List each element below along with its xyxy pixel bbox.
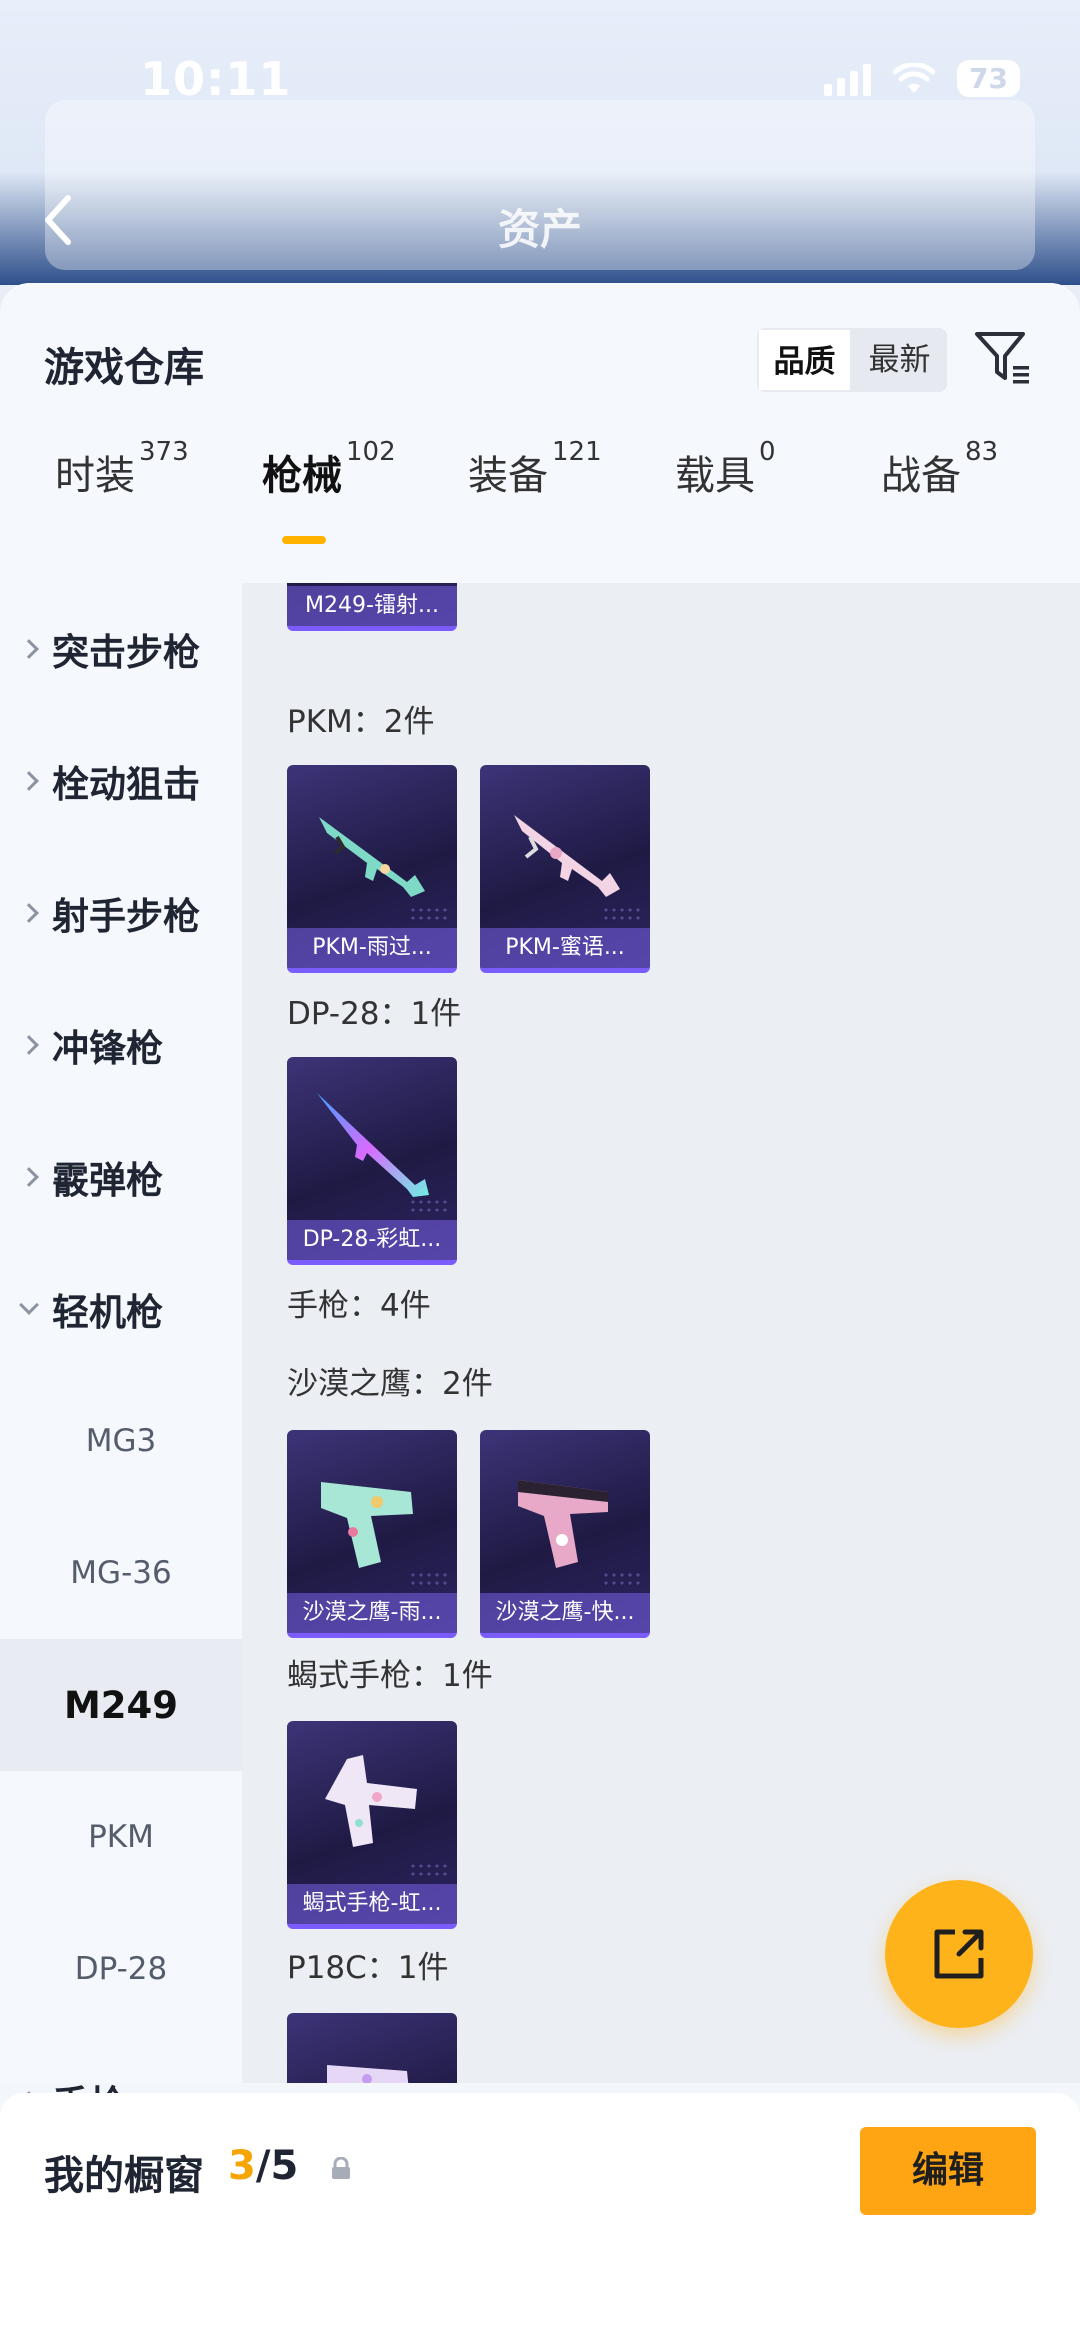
tab-count: 373 — [139, 437, 189, 467]
category-label: 栓动狙击 — [52, 763, 200, 806]
tab-count: 102 — [346, 437, 396, 467]
showcase-bar: 我的橱窗 3/5 编辑 — [0, 2093, 1080, 2341]
skin-card[interactable]: 蝎式手枪-虹... — [287, 1721, 457, 1929]
tab-supplies[interactable]: 战备83 — [881, 437, 998, 553]
sort-toggle: 品质 最新 — [757, 328, 947, 392]
showcase-current: 3 — [228, 2143, 256, 2189]
skin-card[interactable] — [287, 2013, 457, 2083]
pistol-icon — [327, 2065, 409, 2083]
skin-card[interactable]: PKM-雨过... — [287, 765, 457, 973]
category-lmg[interactable]: 轻机枪 — [0, 1243, 242, 1375]
showcase-total: /5 — [255, 2143, 299, 2189]
sheet-header: 游戏仓库 品质 最新 时装373 枪械102 装备121 载具0 战备83 — [0, 283, 1080, 583]
tab-label: 枪械 — [262, 453, 342, 499]
share-button[interactable] — [885, 1880, 1033, 2028]
tab-fashion[interactable]: 时装373 — [55, 437, 189, 553]
warehouse-title: 游戏仓库 — [44, 345, 204, 391]
subcategory-pkm[interactable]: PKM — [0, 1771, 242, 1903]
card-pattern — [409, 1198, 449, 1214]
tab-equipment[interactable]: 装备121 — [468, 437, 602, 553]
group-label: P18C：1件 — [287, 1950, 449, 1986]
chevron-right-icon — [19, 1167, 39, 1187]
item-grid: M249-镭射... PKM：2件 PKM-雨过... PKM-蜜语... DP… — [242, 583, 1080, 2083]
skin-name: PKM-雨过... — [287, 928, 457, 968]
chevron-right-icon — [19, 1035, 39, 1055]
signal-icon — [824, 62, 872, 96]
chevron-right-icon — [19, 639, 39, 659]
tab-label: 载具 — [675, 453, 755, 499]
machine-gun-icon — [319, 817, 425, 897]
share-icon — [934, 1929, 984, 1979]
card-pattern — [409, 1862, 449, 1878]
subcategory-dp28[interactable]: DP-28 — [0, 1903, 242, 2035]
skin-card[interactable]: PKM-蜜语... — [480, 765, 650, 973]
tab-count: 0 — [759, 437, 776, 467]
category-label: 冲锋枪 — [52, 1027, 163, 1070]
category-bolt-sniper[interactable]: 栓动狙击 — [0, 715, 242, 847]
skin-name: DP-28-彩虹... — [287, 1220, 457, 1260]
group-label: 蝎式手枪：1件 — [287, 1658, 493, 1694]
top-background: 10:11 73 资产 — [0, 0, 1080, 285]
category-label: 轻机枪 — [52, 1291, 163, 1334]
page-title: 资产 — [497, 205, 582, 254]
warehouse-sheet: 游戏仓库 品质 最新 时装373 枪械102 装备121 载具0 战备83 突击… — [0, 283, 1080, 2341]
skin-card[interactable]: M249-镭射... — [287, 583, 457, 631]
showcase-count: 3/5 — [228, 2143, 298, 2189]
sort-newest-button[interactable]: 最新 — [852, 328, 947, 392]
chevron-right-icon — [19, 771, 39, 791]
skin-name: PKM-蜜语... — [480, 928, 650, 968]
sort-quality-button[interactable]: 品质 — [757, 328, 852, 392]
pistol-icon — [518, 1480, 608, 1568]
skin-card[interactable]: 沙漠之鹰-快... — [480, 1430, 650, 1638]
tab-label: 装备 — [468, 453, 548, 499]
skin-name: 沙漠之鹰-快... — [480, 1593, 650, 1633]
group-label: 沙漠之鹰：2件 — [287, 1366, 493, 1402]
machine-gun-icon — [514, 815, 620, 897]
category-marksman-rifle[interactable]: 射手步枪 — [0, 847, 242, 979]
skin-name: 沙漠之鹰-雨... — [287, 1593, 457, 1633]
edit-button[interactable]: 编辑 — [860, 2127, 1036, 2215]
tab-label: 战备 — [881, 453, 961, 499]
pistol-icon — [325, 1755, 417, 1847]
category-tabs: 时装373 枪械102 装备121 载具0 战备83 — [0, 437, 1080, 553]
skin-name: M249-镭射... — [287, 586, 457, 626]
group-label: DP-28：1件 — [287, 996, 462, 1032]
lock-icon — [332, 2157, 350, 2179]
card-pattern — [602, 906, 642, 922]
category-smg[interactable]: 冲锋枪 — [0, 979, 242, 1111]
card-pattern — [409, 906, 449, 922]
card-pattern — [602, 1571, 642, 1587]
pistol-icon — [321, 1482, 413, 1568]
status-icons: 73 — [824, 60, 1020, 97]
skin-card[interactable]: DP-28-彩虹... — [287, 1057, 457, 1265]
rifle-icon — [317, 1093, 429, 1197]
wifi-icon — [893, 62, 936, 93]
showcase-title: 我的橱窗 — [44, 2153, 204, 2199]
category-shotgun[interactable]: 霰弹枪 — [0, 1111, 242, 1243]
tab-count: 83 — [965, 437, 999, 467]
tab-vehicles[interactable]: 载具0 — [675, 437, 776, 553]
subcategory-m249[interactable]: M249 — [0, 1639, 242, 1771]
subcategory-mg3[interactable]: MG3 — [0, 1375, 242, 1507]
filter-icon[interactable] — [973, 328, 1033, 388]
chevron-down-icon — [19, 1295, 39, 1315]
group-label: 手枪：4件 — [287, 1288, 431, 1324]
battery-indicator: 73 — [957, 60, 1020, 97]
status-time: 10:11 — [140, 52, 292, 106]
category-label: 射手步枪 — [52, 895, 200, 938]
tab-label: 时装 — [55, 453, 135, 499]
skin-card[interactable]: 沙漠之鹰-雨... — [287, 1430, 457, 1638]
subcategory-mg36[interactable]: MG-36 — [0, 1507, 242, 1639]
active-tab-indicator — [282, 536, 326, 544]
category-sidebar: 突击步枪 栓动狙击 射手步枪 冲锋枪 霰弹枪 轻机枪 MG3 MG-36 M24… — [0, 583, 242, 2126]
category-label: 霰弹枪 — [52, 1159, 163, 1202]
card-pattern — [409, 1571, 449, 1587]
category-label: 突击步枪 — [52, 631, 200, 674]
skin-name: 蝎式手枪-虹... — [287, 1884, 457, 1924]
tab-count: 121 — [552, 437, 602, 467]
group-label: PKM：2件 — [287, 704, 435, 740]
category-assault-rifle[interactable]: 突击步枪 — [0, 583, 242, 715]
chevron-right-icon — [19, 903, 39, 923]
